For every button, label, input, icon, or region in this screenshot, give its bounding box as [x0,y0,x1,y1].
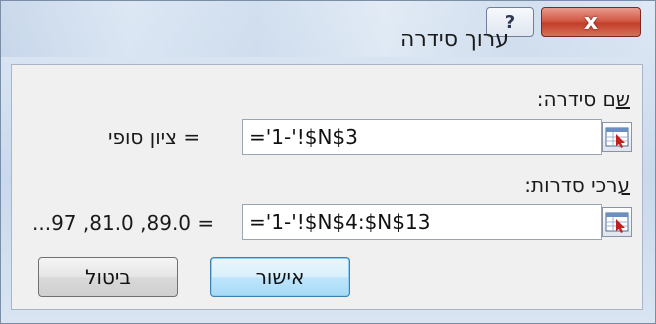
range-select-icon [605,127,629,148]
dialog-title: ערוך סידרה [400,27,509,52]
cancel-button-label: ביטול [85,265,131,289]
series-name-label-text: ם סידרה: [536,87,616,111]
range-select-icon [605,212,629,233]
series-name-preview: = ציון סופי [108,125,201,149]
ok-button-label: אישור [255,265,305,289]
series-name-value: ='1-'!$N$3 [249,125,358,149]
series-name-collapse-button[interactable] [602,122,632,152]
close-button[interactable]: x [541,7,641,37]
series-values-input[interactable]: ='1-'!$N$4:$N$13 [242,204,602,240]
series-name-input[interactable]: ='1-'!$N$3 [242,119,602,155]
series-values-preview: = 89.0, 81.0, 97... [32,211,215,235]
series-values-label: ערכי סדרות: [524,173,630,197]
series-values-label-accesskey: ע [617,173,630,197]
series-values-value: ='1-'!$N$4:$N$13 [249,210,431,234]
series-values-label-text: רכי סדרות: [524,173,618,197]
series-name-label-accesskey: ש [615,87,630,111]
close-icon: x [583,9,599,35]
cancel-button[interactable]: ביטול [38,257,178,297]
series-name-label: שם סידרה: [537,87,630,111]
dialog-body: שם סידרה: ='1-'!$N$3 = ציון סופי ערכי סד… [11,64,643,310]
series-values-collapse-button[interactable] [602,207,632,237]
ok-button[interactable]: אישור [210,257,350,297]
dialog-window: ? x ערוך סידרה שם סידרה: ='1-'!$N$3 = צי… [0,0,656,324]
